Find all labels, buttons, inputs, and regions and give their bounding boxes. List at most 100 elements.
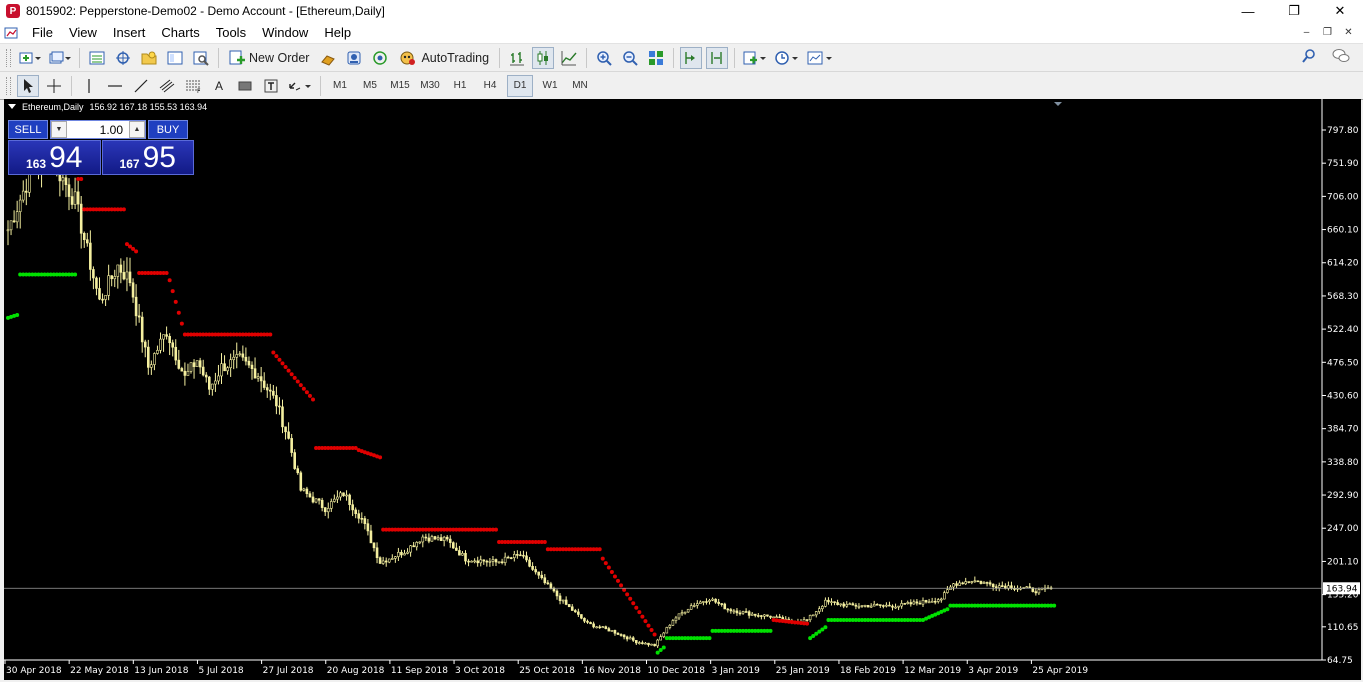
candle-body — [994, 586, 998, 589]
candle-body — [613, 630, 617, 634]
menu-tools[interactable]: Tools — [208, 22, 254, 43]
signals-broadcast-button[interactable] — [369, 47, 391, 69]
profiles-button[interactable] — [47, 47, 73, 69]
chart-shift-button[interactable] — [706, 46, 729, 69]
new-chart-button[interactable] — [17, 47, 43, 69]
candle-body — [113, 276, 117, 280]
candle-body — [756, 615, 760, 617]
candle-body — [717, 601, 720, 604]
child-close-button[interactable]: ✕ — [1338, 22, 1359, 43]
buy-price-box[interactable]: 167 95 — [101, 140, 194, 175]
horizontal-line-button[interactable] — [104, 75, 126, 97]
candle-body — [882, 605, 885, 607]
vertical-line-button[interactable] — [78, 75, 100, 97]
auto-scroll-button[interactable] — [680, 46, 703, 69]
search-icon[interactable] — [1301, 48, 1317, 64]
candle-body — [656, 639, 659, 647]
close-button[interactable]: ✕ — [1317, 0, 1363, 22]
menu-window[interactable]: Window — [254, 22, 316, 43]
arrows-dropdown-button[interactable] — [286, 75, 314, 97]
tile-windows-button[interactable] — [645, 47, 667, 69]
timeframe-m15[interactable]: M15 — [387, 75, 413, 97]
timeframe-m5[interactable]: M5 — [357, 75, 383, 97]
auto-scroll-icon — [685, 51, 696, 64]
trendline-button[interactable] — [130, 75, 152, 97]
price-tick-label: 660.10 — [1327, 226, 1359, 236]
parabolic-sar-dot — [173, 299, 178, 304]
zoom-in-icon — [597, 50, 612, 66]
lot-size-value[interactable]: 1.00 — [67, 123, 129, 137]
indicators-button[interactable] — [741, 47, 769, 69]
candle-body — [924, 600, 928, 603]
price-chart[interactable]: 797.80 751.90 706.00 660.10 614.20 568.30 522.… — [4, 99, 1361, 680]
strategy-tester-button[interactable] — [190, 47, 212, 69]
chat-icon[interactable] — [1331, 48, 1351, 64]
text-tool-button[interactable]: A — [208, 75, 230, 97]
toolbar-grip[interactable] — [6, 76, 11, 95]
arrow-tool-button[interactable] — [260, 75, 282, 97]
timeframe-m1[interactable]: M1 — [327, 75, 353, 97]
timeframe-m30[interactable]: M30 — [417, 75, 443, 97]
equidistant-channel-button[interactable] — [156, 75, 178, 97]
candle-body — [229, 359, 232, 369]
navigator-folder-icon — [141, 51, 157, 64]
autotrading-button[interactable]: AutoTrading — [395, 47, 493, 69]
metaeditor-button[interactable] — [343, 47, 365, 69]
periods-button[interactable] — [773, 47, 801, 69]
cursor-tool-button[interactable] — [17, 74, 39, 97]
zoom-in-button[interactable] — [593, 47, 615, 69]
candle-body — [329, 501, 333, 509]
timeframe-w1[interactable]: W1 — [537, 75, 563, 97]
lot-increase-icon[interactable]: ▲ — [129, 121, 145, 138]
text-label-button[interactable] — [234, 75, 256, 97]
chart-window-icon[interactable] — [4, 26, 18, 40]
sell-button[interactable]: SELL — [8, 120, 48, 139]
sell-price-box[interactable]: 163 94 — [8, 140, 101, 175]
price-tick-label: 292.90 — [1327, 491, 1359, 501]
zoom-out-button[interactable] — [619, 47, 641, 69]
candle-body — [964, 581, 968, 585]
parabolic-sar-dot — [603, 561, 608, 566]
timeframe-d1[interactable]: D1 — [507, 74, 533, 97]
menu-help[interactable]: Help — [316, 22, 359, 43]
minimize-button[interactable]: — — [1225, 0, 1271, 22]
timeframe-h1[interactable]: H1 — [447, 75, 473, 97]
parabolic-sar-dot — [609, 569, 614, 574]
parabolic-sar-dot — [494, 527, 498, 532]
fibonacci-button[interactable]: F — [182, 75, 204, 97]
price-tick-label: 201.10 — [1327, 557, 1359, 567]
crosshair-tool-button[interactable] — [43, 75, 65, 97]
line-chart-button[interactable] — [558, 47, 580, 69]
candle-body — [610, 630, 614, 632]
terminal-button[interactable] — [164, 47, 186, 69]
candle-body — [583, 617, 586, 622]
data-window-button[interactable] — [112, 47, 134, 69]
candlestick-chart-button[interactable] — [532, 46, 555, 69]
timeframe-mn[interactable]: MN — [567, 75, 593, 97]
lot-decrease-icon[interactable]: ▼ — [51, 121, 67, 138]
navigator-button[interactable] — [138, 47, 160, 69]
signals-button[interactable] — [317, 47, 339, 69]
maximize-button[interactable]: ❐ — [1271, 0, 1317, 22]
templates-button[interactable] — [805, 47, 835, 69]
chart-window[interactable]: 797.80 751.90 706.00 660.10 614.20 568.30 522.… — [4, 99, 1361, 680]
timeframe-h4[interactable]: H4 — [477, 75, 503, 97]
child-minimize-button[interactable]: – — [1296, 22, 1317, 43]
buy-button[interactable]: BUY — [148, 120, 188, 139]
menu-file[interactable]: File — [24, 22, 61, 43]
toolbar-grip[interactable] — [6, 48, 11, 67]
parabolic-sar-dot — [597, 547, 602, 552]
new-order-button[interactable]: New Order — [225, 47, 313, 69]
candle-body — [64, 177, 68, 186]
bar-chart-button[interactable] — [506, 47, 528, 69]
lot-size-field[interactable]: ▼ 1.00 ▲ — [50, 120, 146, 139]
market-watch-button[interactable] — [86, 47, 108, 69]
candle-body — [577, 611, 580, 615]
menu-charts[interactable]: Charts — [153, 22, 207, 43]
child-restore-button[interactable]: ❐ — [1317, 22, 1338, 43]
candle-body — [351, 504, 354, 511]
menu-insert[interactable]: Insert — [105, 22, 154, 43]
menu-view[interactable]: View — [61, 22, 105, 43]
text-frame-icon — [264, 79, 278, 92]
candle-body — [830, 601, 833, 603]
